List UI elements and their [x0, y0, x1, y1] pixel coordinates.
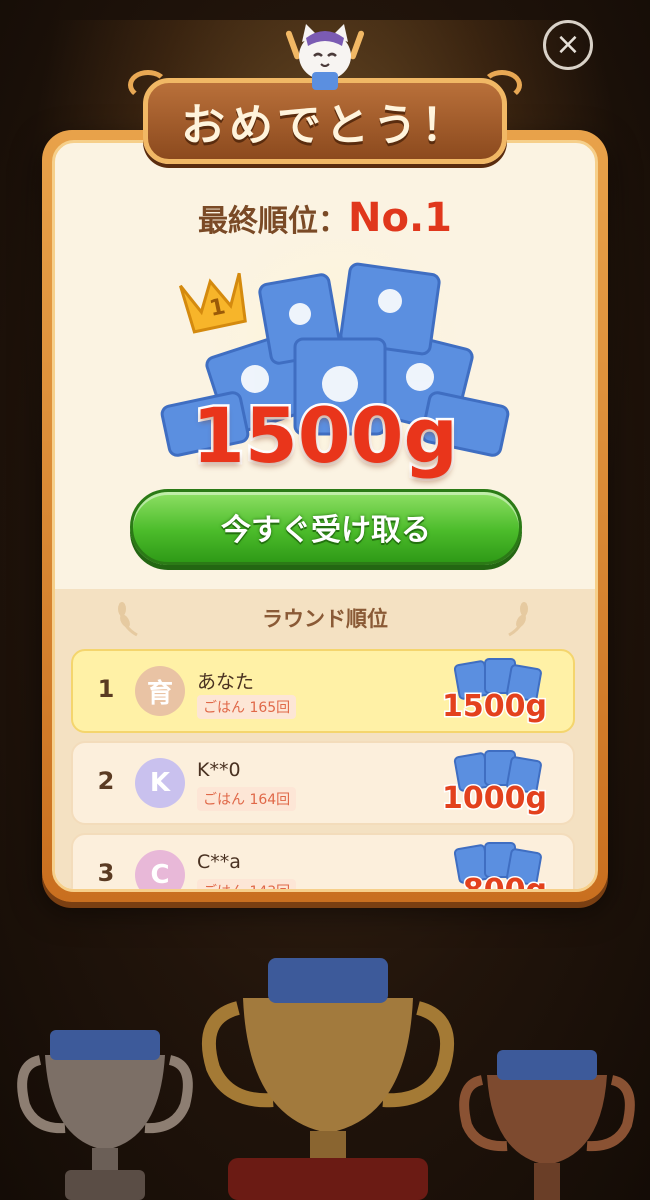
page-title: おめでとう！: [181, 100, 469, 151]
player-name: C**a: [197, 851, 241, 873]
rank-number: 3: [97, 859, 115, 887]
meal-count-badge: ごはん 143回: [197, 879, 297, 889]
cat-chef-mascot-icon: [285, 24, 365, 90]
prize-amount: 1500g: [441, 688, 549, 726]
avatar: C: [135, 850, 185, 889]
round-ranking: ラウンド順位 1 育 あなた ごはん 165回 1500g 2 K K**0 ご…: [55, 589, 595, 892]
bronze-trophy-icon: [459, 1050, 635, 1200]
rank-number: 1: [97, 675, 115, 703]
final-rank-value: No.1: [348, 195, 452, 241]
reward-amount: 1500g: [190, 389, 461, 483]
final-rank: 最終順位：No.1: [55, 195, 595, 241]
close-button[interactable]: ×: [543, 20, 593, 70]
laurel-right-icon: [508, 602, 528, 637]
ranking-row: 3 C C**a ごはん 143回 800g: [71, 833, 575, 892]
rank-number: 2: [97, 767, 115, 795]
avatar: K: [135, 758, 185, 808]
prize-amount: 1000g: [441, 780, 549, 818]
player-name: あなた: [197, 671, 255, 693]
ranking-row: 1 育 あなた ごはん 165回 1500g: [71, 649, 575, 733]
result-panel-inner: 最終順位：No.1 1 1500g 今すぐ受け取る ラウンド順位 1 育 あなた…: [52, 140, 598, 892]
prize-amount: 800g: [461, 872, 548, 892]
ranking-list: 1 育 あなた ごはん 165回 1500g 2 K K**0 ごはん 164回…: [71, 649, 575, 892]
claim-now-button[interactable]: 今すぐ受け取る: [130, 489, 522, 565]
claim-now-label: 今すぐ受け取る: [221, 513, 431, 548]
player-name: K**0: [197, 759, 241, 781]
close-icon: ×: [555, 27, 581, 62]
result-panel: 最終順位：No.1 1 1500g 今すぐ受け取る ラウンド順位 1 育 あなた…: [42, 130, 608, 902]
final-rank-label: 最終順位：: [198, 204, 348, 239]
gold-trophy-icon: [201, 958, 455, 1200]
avatar: 育: [135, 666, 185, 716]
meal-count-badge: ごはん 165回: [197, 695, 297, 719]
ranking-row: 2 K K**0 ごはん 164回 1000g: [71, 741, 575, 825]
silver-trophy-icon: [17, 1030, 193, 1200]
meal-count-badge: ごはん 164回: [197, 787, 297, 811]
